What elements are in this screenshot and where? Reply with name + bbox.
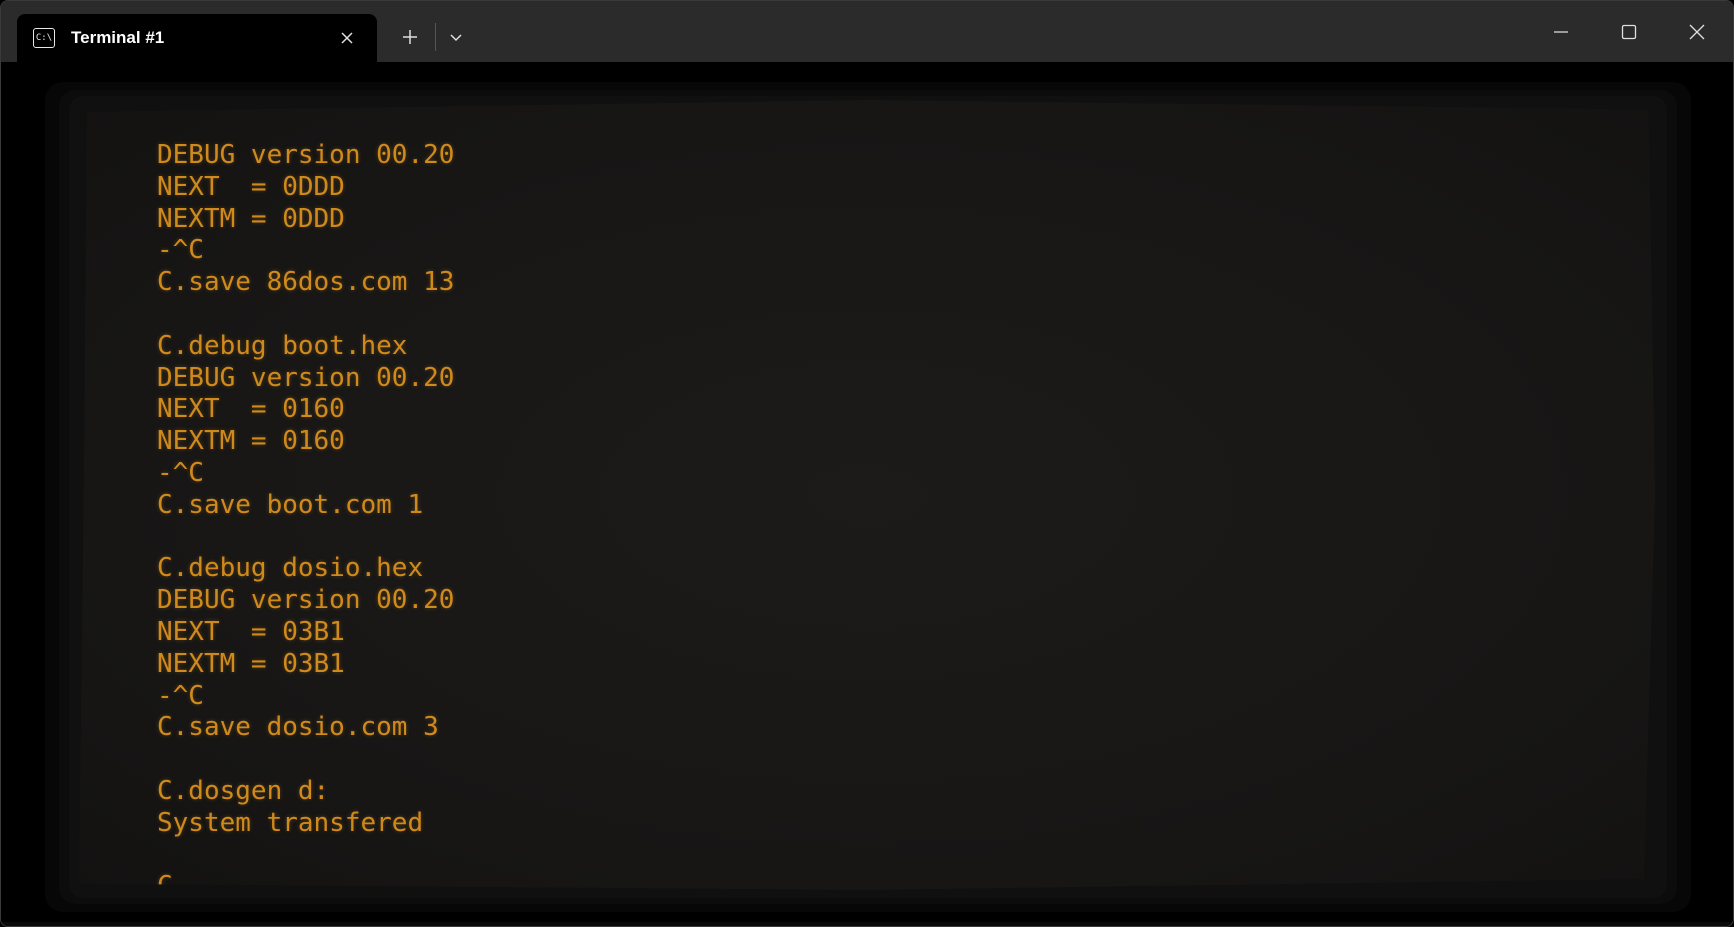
terminal-line: -^C [157, 680, 204, 711]
close-icon [1689, 24, 1705, 40]
title-bar[interactable]: C:\ Terminal #1 [1, 1, 1733, 62]
terminal-line: C.dosgen d: [157, 775, 330, 806]
minimize-button[interactable] [1529, 9, 1593, 55]
tab-dropdown-button[interactable] [437, 21, 475, 53]
terminal-line: NEXT = 0DDD [157, 171, 345, 202]
terminal-line: C.save dosio.com 3 [157, 712, 439, 743]
chevron-down-icon [450, 34, 462, 42]
terminal-line: DEBUG version 00.20 [157, 140, 455, 170]
terminal-output: DEBUG version 00.20 NEXT = 0DDD NEXTM = 0D… [157, 140, 455, 890]
terminal-window: C:\ Terminal #1 DEBUG version 00.20 NEXT… [0, 0, 1734, 927]
new-tab-button[interactable] [391, 21, 429, 53]
close-icon [341, 32, 353, 44]
plus-icon [403, 30, 417, 44]
crt-screen[interactable]: DEBUG version 00.20 NEXT = 0DDD NEXTM = 0D… [79, 100, 1655, 890]
terminal-line: -^C [157, 457, 204, 488]
terminal-line: DEBUG version 00.20 [157, 585, 455, 616]
terminal-line: NEXT = 03B1 [157, 616, 345, 647]
terminal-line: NEXTM = 03B1 [157, 648, 345, 679]
minimize-icon [1554, 31, 1568, 33]
maximize-button[interactable] [1597, 9, 1661, 55]
terminal-line: -^C [157, 235, 204, 266]
terminal-line: C.debug dosio.hex [157, 553, 424, 584]
terminal-content[interactable]: DEBUG version 00.20 NEXT = 0DDD NEXTM = 0D… [1, 62, 1733, 926]
terminal-line: C.save boot.com 1 [157, 489, 424, 520]
terminal-line: NEXT = 0160 [157, 394, 345, 425]
tab-close-button[interactable] [333, 24, 361, 52]
close-window-button[interactable] [1665, 9, 1729, 55]
terminal-line: C.save 86dos.com 13 [157, 267, 455, 298]
window-bottom-edge [1, 922, 1733, 926]
terminal-line: System transfered [157, 807, 424, 838]
terminal-line: DEBUG version 00.20 [157, 362, 455, 393]
maximize-icon [1621, 24, 1637, 40]
tab-divider [435, 23, 436, 51]
command-prompt-icon: C:\ [33, 28, 55, 48]
tab-terminal-1[interactable]: C:\ Terminal #1 [17, 14, 377, 62]
terminal-line: C.debug boot.hex [157, 330, 408, 361]
terminal-line: NEXTM = 0DDD [157, 203, 345, 234]
tab-title: Terminal #1 [71, 28, 165, 47]
terminal-line: NEXTM = 0160 [157, 426, 345, 457]
